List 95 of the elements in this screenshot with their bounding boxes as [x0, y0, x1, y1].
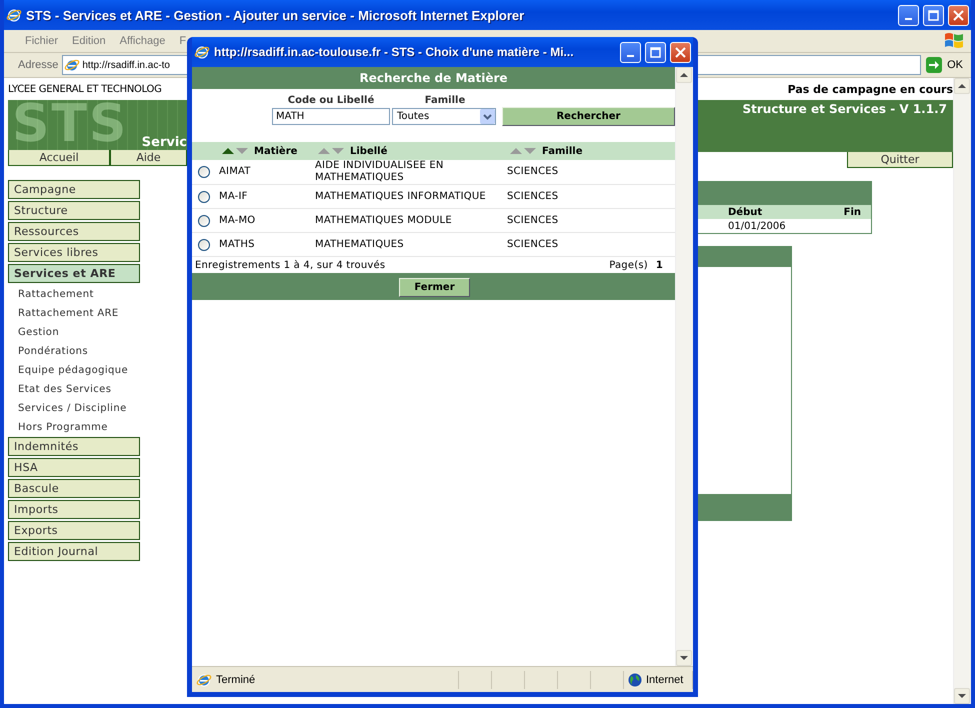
browser-icon: [196, 672, 212, 688]
table-cell-text: MATHEMATIQUES MODULE: [315, 214, 453, 226]
scroll-down-button[interactable]: [676, 650, 692, 666]
submenu-link[interactable]: Gestion: [8, 323, 187, 342]
arrow-down-icon: [680, 655, 688, 661]
table-cell-text: MATHS: [219, 238, 256, 250]
scroll-up-button[interactable]: [954, 78, 970, 94]
table-cell-text: MATHEMATIQUES: [315, 238, 405, 250]
scroll-up-button[interactable]: [676, 67, 692, 83]
windows-logo-icon: [943, 31, 965, 51]
maximize-button[interactable]: [645, 42, 666, 62]
submenu-link[interactable]: Hors Programme: [8, 418, 187, 437]
sidebar-item[interactable]: Imports: [8, 500, 140, 519]
window-title: STS - Services et ARE - Gestion - Ajouter un service - Microsoft Internet Explorer: [26, 8, 526, 22]
minimize-button[interactable]: [898, 4, 919, 26]
campaign-status: Pas de campagne en cours: [788, 82, 953, 96]
radio-button[interactable]: [198, 190, 210, 202]
browser-icon: [194, 44, 210, 60]
submenu-link[interactable]: Etat des Services: [8, 380, 187, 399]
maximize-icon: [650, 46, 661, 58]
status-text: Terminé: [216, 674, 256, 686]
table-cell-text: MA-MO: [219, 214, 256, 226]
sidebar-item[interactable]: Bascule: [8, 479, 140, 498]
address-label: Adresse: [18, 59, 58, 71]
column-header: Fin: [844, 206, 861, 218]
scroll-down-button[interactable]: [954, 688, 970, 704]
sidebar-item[interactable]: Indemnités: [8, 437, 140, 456]
table-cell-text: AIMAT: [219, 166, 252, 178]
section-title: Servic: [142, 135, 187, 150]
nav-link[interactable]: Accueil: [8, 150, 110, 166]
table-cell-text: SCIENCES: [507, 238, 560, 250]
radio-button[interactable]: [198, 238, 210, 250]
table-cell-text: MATHEMATIQUES INFORMATIQUE: [315, 190, 487, 202]
sidebar-item[interactable]: Edition Journal: [8, 542, 140, 561]
sidebar-item[interactable]: Exports: [8, 521, 140, 540]
sidebar-item[interactable]: Campagne: [8, 180, 140, 199]
zone-text: Internet: [646, 674, 684, 686]
submenu-link[interactable]: Pondérations: [8, 342, 187, 361]
sidebar-item[interactable]: Services libres: [8, 243, 140, 262]
table-cell-text: SCIENCES: [507, 190, 560, 202]
sidebar-item[interactable]: Structure: [8, 201, 140, 220]
close-button[interactable]: [670, 42, 691, 62]
table-cell-text: AIDE INDIVIDUALISEE EN MATHEMATIQUES: [315, 160, 445, 184]
submenu-link[interactable]: Equipe pédagogique: [8, 361, 187, 380]
column-header[interactable]: Libellé: [315, 146, 507, 156]
minimize-icon: [905, 18, 912, 20]
sidebar-item[interactable]: Services et ARE: [8, 264, 140, 283]
page-link[interactable]: 1: [656, 260, 663, 270]
school-name: LYCEE GENERAL ET TECHNOLOG: [8, 84, 162, 94]
nav-link[interactable]: Aide: [110, 150, 187, 166]
radio-button[interactable]: [198, 166, 210, 178]
maximize-button[interactable]: [923, 4, 944, 26]
dialog-heading: Recherche de Matière: [192, 67, 675, 89]
scrollbar[interactable]: [953, 78, 971, 704]
scrollbar[interactable]: [675, 67, 693, 666]
menu-item[interactable]: Affichage: [112, 35, 172, 47]
arrow-up-icon: [680, 72, 688, 78]
globe-icon: [628, 672, 642, 686]
table-cell-text: 01/01/2006: [728, 220, 787, 232]
menu-item[interactable]: Fichier: [18, 35, 66, 47]
minimize-button[interactable]: [620, 42, 641, 62]
menu-item[interactable]: Edition: [65, 35, 113, 47]
close-icon: [675, 46, 686, 58]
code-input[interactable]: MATH: [272, 108, 390, 125]
browser-icon: [6, 7, 22, 23]
close-dialog-button[interactable]: Fermer: [399, 278, 470, 296]
quit-link[interactable]: Quitter: [847, 152, 953, 168]
field-label: Code ou Libellé: [286, 95, 376, 106]
sidebar-item[interactable]: HSA: [8, 458, 140, 477]
column-header[interactable]: Matière: [219, 146, 315, 156]
table-cell-text: MA-IF: [219, 190, 249, 202]
family-select[interactable]: Toutes: [392, 108, 496, 125]
close-button[interactable]: [948, 4, 969, 26]
maximize-icon: [928, 10, 939, 20]
radio-button[interactable]: [198, 214, 210, 226]
arrow-up-icon: [958, 83, 966, 89]
app-title: Structure et Services - V 1.1.7: [742, 102, 947, 116]
column-header: Début: [728, 206, 764, 218]
record-count: Enregistrements 1 à 4, sur 4 trouvés: [195, 260, 386, 270]
go-label[interactable]: OK: [947, 59, 963, 71]
submenu-link[interactable]: Rattachement: [8, 285, 187, 304]
table-cell-text: SCIENCES: [507, 166, 560, 178]
search-button[interactable]: Rechercher: [502, 107, 675, 126]
column-header[interactable]: Famille: [507, 146, 675, 156]
window-title: http://rsadiff.in.ac-toulouse.fr - STS - Choix d'une matière - Mi...: [214, 45, 575, 59]
arrow-down-icon: [958, 693, 966, 699]
field-label: Famille: [424, 95, 466, 106]
sidebar-item[interactable]: Ressources: [8, 222, 140, 241]
table-cell-text: SCIENCES: [507, 214, 560, 226]
pages-label: Page(s): [609, 260, 648, 270]
sort-arrows-icon[interactable]: [222, 147, 248, 155]
submenu-link[interactable]: Services / Discipline: [8, 399, 187, 418]
close-icon: [953, 10, 964, 20]
submenu-link[interactable]: Rattachement ARE: [8, 304, 187, 323]
minimize-icon: [627, 55, 634, 57]
